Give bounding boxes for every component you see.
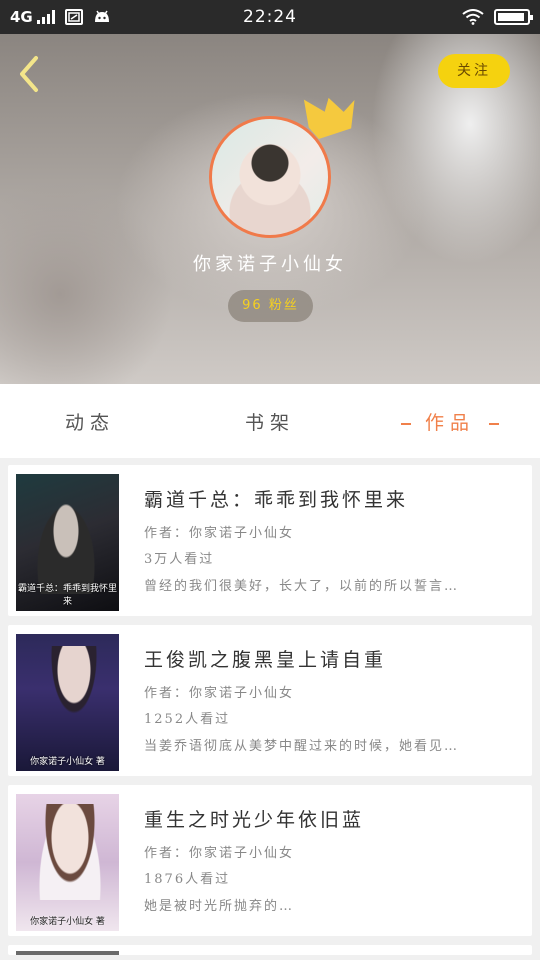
list-item[interactable]: 霸道千总：乖乖到我怀里来 霸道千总：乖乖到我怀里来 作者：你家诺子小仙女 3万人… (8, 465, 532, 616)
tab-label: 作品 (424, 411, 475, 434)
tab-label: 书架 (244, 411, 295, 434)
wifi-icon (462, 9, 484, 25)
book-title: 王俊凯之腹黑皇上请自重 (144, 649, 387, 671)
list-item[interactable]: 你家诺子小仙女 著 重生之时光少年依旧蓝 作者：你家诺子小仙女 1876人看过 … (8, 785, 532, 936)
book-author: 作者：你家诺子小仙女 (144, 526, 295, 541)
book-author: 作者：你家诺子小仙女 (144, 846, 295, 861)
crown-icon (303, 97, 355, 139)
username: 你家诺子小仙女 (193, 254, 347, 275)
tab-active-indicator-right (489, 422, 499, 425)
tab-dynamics[interactable]: 动态 (0, 408, 180, 435)
follow-button[interactable]: 关注 (438, 54, 510, 88)
tab-bookshelf[interactable]: 书架 (180, 408, 360, 435)
book-cover: 你家诺子小仙女 著 (16, 794, 119, 931)
book-author: 作者：你家诺子小仙女 (144, 686, 295, 701)
tab-active-indicator-left (400, 422, 411, 425)
book-cover: 你家诺子小仙女 著 (16, 634, 119, 771)
book-cover (16, 951, 119, 955)
cover-caption: 你家诺子小仙女 著 (30, 917, 105, 927)
android-icon (94, 10, 109, 22)
list-item-partial[interactable] (8, 945, 532, 955)
tab-label: 动态 (64, 411, 115, 434)
book-description: 当姜乔语彻底从美梦中醒过来的时候，她看见… (144, 739, 460, 754)
works-list: 霸道千总：乖乖到我怀里来 霸道千总：乖乖到我怀里来 作者：你家诺子小仙女 3万人… (8, 465, 532, 955)
book-description: 她是被时光所抛弃的… (144, 899, 295, 914)
cover-caption: 霸道千总：乖乖到我怀里来 (17, 584, 117, 607)
book-description: 曾经的我们很美好，长大了，以前的所以誓言… (144, 579, 460, 594)
book-cover: 霸道千总：乖乖到我怀里来 (16, 474, 119, 611)
list-item[interactable]: 你家诺子小仙女 著 王俊凯之腹黑皇上请自重 作者：你家诺子小仙女 1252人看过… (8, 625, 532, 776)
book-views: 3万人看过 (144, 552, 215, 567)
book-views: 1876人看过 (144, 872, 231, 887)
cover-caption: 你家诺子小仙女 著 (30, 757, 105, 767)
book-views: 1252人看过 (144, 712, 231, 727)
tab-works[interactable]: 作品 (360, 408, 540, 435)
back-arrow-icon[interactable] (14, 54, 44, 94)
battery-icon (494, 9, 533, 25)
profile-header: 关注 你家诺子小仙女 96 粉丝 (0, 34, 540, 384)
status-bar: 4G 22:24 (0, 0, 540, 34)
book-title: 霸道千总：乖乖到我怀里来 (144, 489, 409, 511)
tab-bar: 动态 书架 作品 (0, 384, 540, 458)
network-type: 4G (10, 8, 33, 26)
book-title: 重生之时光少年依旧蓝 (144, 809, 365, 831)
screenshot-icon (64, 9, 83, 25)
signal-icon (36, 10, 55, 24)
fans-count[interactable]: 96 粉丝 (228, 290, 313, 322)
